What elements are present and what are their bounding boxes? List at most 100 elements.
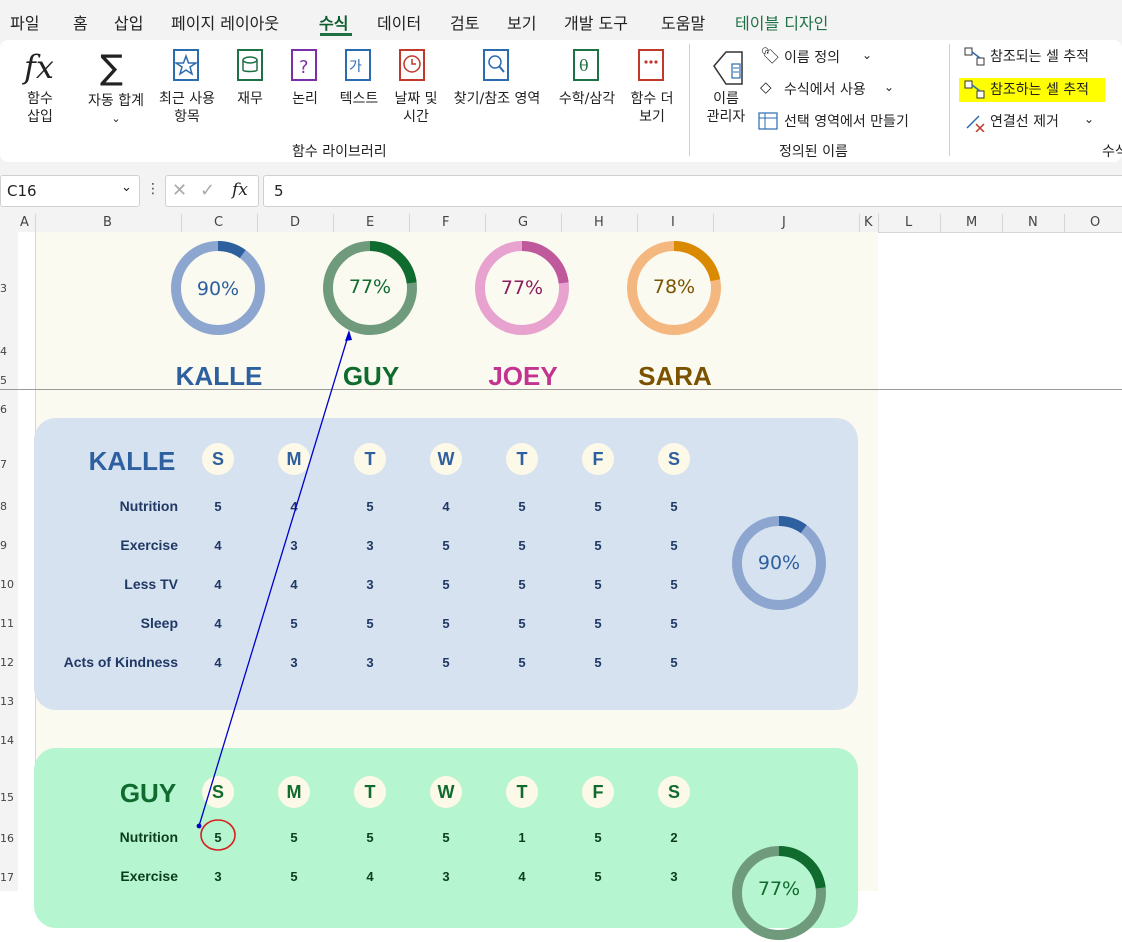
- chevron-down-icon[interactable]: ⌄: [884, 78, 894, 96]
- kalle-score-cell[interactable]: 4: [431, 499, 461, 514]
- guy-score-cell[interactable]: 5: [431, 830, 461, 845]
- tag-icon[interactable]: 🏷: [760, 46, 780, 65]
- text-functions-icon[interactable]: 가: [344, 48, 372, 84]
- remove-arrows-icon[interactable]: [964, 112, 986, 132]
- trace-dependents-icon[interactable]: [964, 80, 986, 100]
- tab-formulas[interactable]: 수식: [319, 10, 348, 34]
- kalle-score-cell[interactable]: 5: [507, 577, 537, 592]
- math-trig-icon[interactable]: θ: [572, 48, 602, 84]
- date-time-button[interactable]: 날짜 및 시간: [388, 90, 444, 126]
- trace-precedents-icon[interactable]: [964, 47, 986, 67]
- kalle-score-cell[interactable]: 5: [431, 655, 461, 670]
- kalle-score-cell[interactable]: 4: [203, 577, 233, 592]
- chevron-down-icon[interactable]: ⌄: [862, 46, 872, 64]
- tab-view[interactable]: 보기: [507, 10, 536, 34]
- column-header[interactable]: N: [1028, 215, 1038, 230]
- trace-precedents-button[interactable]: 참조되는 셀 추적: [990, 48, 1089, 66]
- column-header[interactable]: O: [1090, 215, 1100, 230]
- logical-button[interactable]: 논리: [285, 90, 325, 108]
- kalle-score-cell[interactable]: 4: [279, 499, 309, 514]
- row-header[interactable]: 10: [0, 578, 14, 591]
- tab-review[interactable]: 검토: [450, 10, 479, 34]
- logical-icon[interactable]: ?: [290, 48, 318, 84]
- chevron-down-icon[interactable]: ⌄: [121, 180, 132, 195]
- kalle-score-cell[interactable]: 5: [659, 499, 689, 514]
- row-header[interactable]: 14: [0, 734, 14, 747]
- row-header[interactable]: 16: [0, 832, 14, 845]
- column-header[interactable]: I: [671, 215, 675, 230]
- lookup-reference-icon[interactable]: [482, 48, 512, 84]
- kalle-score-cell[interactable]: 5: [583, 616, 613, 631]
- tab-table-design[interactable]: 테이블 디자인: [735, 10, 828, 34]
- insert-function-icon[interactable]: fx: [232, 180, 248, 200]
- trace-dependents-button[interactable]: 참조하는 셀 추적: [990, 81, 1089, 99]
- financial-icon[interactable]: [236, 48, 264, 84]
- row-header[interactable]: 3: [0, 282, 10, 295]
- row-header[interactable]: 17: [0, 871, 14, 884]
- kalle-score-cell[interactable]: 5: [431, 538, 461, 553]
- row-header[interactable]: 13: [0, 695, 14, 708]
- insert-function-icon[interactable]: fx: [24, 48, 54, 86]
- row-header[interactable]: 15: [0, 791, 14, 804]
- chevron-down-icon[interactable]: ⌄: [110, 110, 122, 128]
- kalle-score-cell[interactable]: 5: [583, 538, 613, 553]
- kalle-score-cell[interactable]: 5: [583, 499, 613, 514]
- kalle-score-cell[interactable]: 5: [659, 655, 689, 670]
- column-header[interactable]: E: [366, 215, 374, 230]
- column-header[interactable]: F: [442, 215, 449, 230]
- kalle-score-cell[interactable]: 3: [355, 538, 385, 553]
- remove-arrows-button[interactable]: 연결선 제거: [990, 113, 1059, 131]
- more-options-icon[interactable]: ⋮: [146, 181, 160, 197]
- row-header[interactable]: 7: [0, 458, 10, 471]
- guy-score-cell[interactable]: 5: [583, 869, 613, 884]
- guy-score-cell[interactable]: 5: [203, 830, 233, 845]
- guy-score-cell[interactable]: 1: [507, 830, 537, 845]
- create-from-selection-button[interactable]: 선택 영역에서 만들기: [784, 113, 909, 131]
- kalle-score-cell[interactable]: 3: [279, 655, 309, 670]
- kalle-score-cell[interactable]: 5: [203, 499, 233, 514]
- guy-score-cell[interactable]: 5: [355, 830, 385, 845]
- recently-used-icon[interactable]: [172, 48, 202, 84]
- date-time-icon[interactable]: [398, 48, 428, 84]
- guy-score-cell[interactable]: 5: [279, 869, 309, 884]
- row-header[interactable]: 11: [0, 617, 14, 630]
- guy-score-cell[interactable]: 2: [659, 830, 689, 845]
- row-header[interactable]: 5: [0, 374, 10, 387]
- kalle-score-cell[interactable]: 5: [659, 616, 689, 631]
- define-name-button[interactable]: 이름 정의: [784, 49, 840, 67]
- autosum-icon[interactable]: ∑: [100, 48, 123, 88]
- kalle-score-cell[interactable]: 5: [431, 577, 461, 592]
- use-in-formula-icon[interactable]: ◇: [760, 78, 772, 96]
- tab-page-layout[interactable]: 페이지 레이아웃: [171, 10, 279, 34]
- kalle-score-cell[interactable]: 5: [507, 499, 537, 514]
- row-header[interactable]: 8: [0, 500, 10, 513]
- column-header[interactable]: D: [290, 215, 300, 230]
- kalle-score-cell[interactable]: 5: [659, 538, 689, 553]
- name-box[interactable]: C16 ⌄: [0, 175, 140, 207]
- kalle-score-cell[interactable]: 5: [431, 616, 461, 631]
- insert-function-button[interactable]: 함수 삽입: [18, 90, 62, 126]
- kalle-score-cell[interactable]: 4: [203, 655, 233, 670]
- guy-score-cell[interactable]: 4: [355, 869, 385, 884]
- kalle-score-cell[interactable]: 4: [203, 538, 233, 553]
- guy-score-cell[interactable]: 5: [279, 830, 309, 845]
- row-header[interactable]: 6: [0, 403, 10, 416]
- kalle-score-cell[interactable]: 4: [203, 616, 233, 631]
- text-functions-button[interactable]: 텍스트: [334, 90, 384, 108]
- tab-home[interactable]: 홈: [73, 10, 88, 34]
- column-header[interactable]: K: [864, 215, 873, 230]
- row-header[interactable]: 9: [0, 539, 10, 552]
- lookup-reference-button[interactable]: 찾기/참조 영역: [446, 90, 548, 108]
- row-header[interactable]: 12: [0, 656, 14, 669]
- tab-file[interactable]: 파일: [10, 10, 39, 34]
- column-header[interactable]: M: [966, 215, 977, 230]
- kalle-score-cell[interactable]: 5: [507, 655, 537, 670]
- autosum-button[interactable]: 자동 합계: [82, 92, 150, 110]
- column-header[interactable]: H: [594, 215, 604, 230]
- math-trig-button[interactable]: 수학/삼각: [552, 90, 622, 108]
- guy-score-cell[interactable]: 5: [583, 830, 613, 845]
- more-functions-icon[interactable]: [637, 48, 667, 84]
- recently-used-button[interactable]: 최근 사용 항목: [152, 90, 222, 126]
- kalle-score-cell[interactable]: 5: [583, 655, 613, 670]
- column-header[interactable]: J: [782, 215, 786, 230]
